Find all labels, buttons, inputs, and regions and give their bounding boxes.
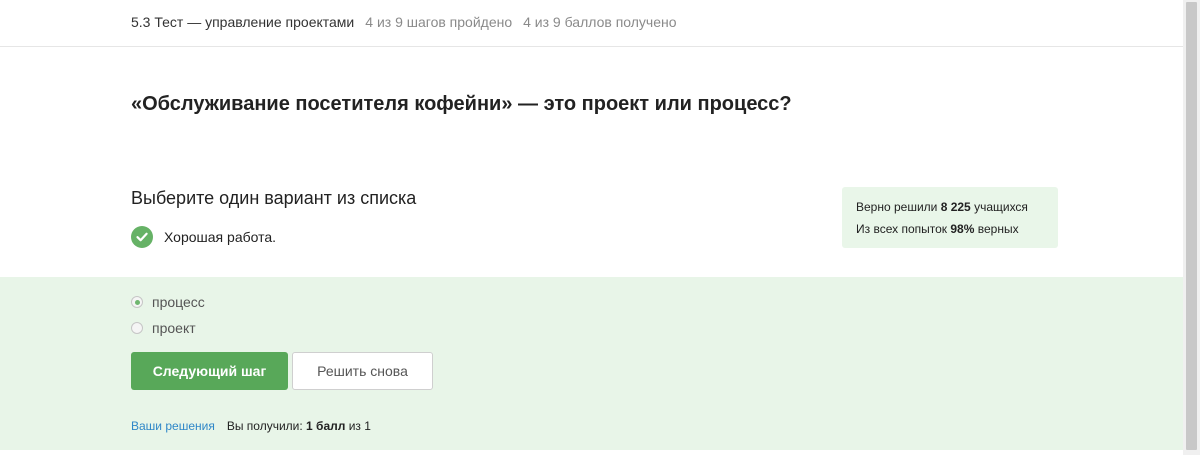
stats-rate-value: 98% [950,222,975,236]
feedback: Хорошая работа. [131,226,276,248]
score-value: 1 балл [306,419,346,433]
question-instruction: Выберите один вариант из списка [131,188,417,208]
check-circle-icon [131,226,153,248]
scrollbar-thumb[interactable] [1186,2,1197,450]
option-label: процесс [152,294,205,310]
feedback-message: Хорошая работа. [164,229,277,245]
score-prefix: Вы получили: [226,419,307,433]
breadcrumb: 5.3 Тест — управление проектами 4 из 9 ша… [131,14,677,30]
score-suffix: из 1 [345,419,371,433]
stats-rate-suffix: верных [974,222,1019,236]
steps-progress: 4 из 9 шагов пройдено [365,14,513,30]
stats-rate-prefix: Из всех попыток [856,222,951,236]
stats-solved: Верно решили 8 225 учащихся [856,200,1028,214]
stats-solved-count: 8 225 [940,200,971,214]
top-bar: 5.3 Тест — управление проектами 4 из 9 ша… [0,0,1200,47]
lesson-title[interactable]: 5.3 Тест — управление проектами [131,14,354,30]
question-title: «Обслуживание посетителя кофейни» — это … [131,93,792,115]
option-label: проект [152,320,196,336]
score-line: Ваши решения Вы получили: 1 балл из 1 [131,419,371,433]
next-step-button[interactable]: Следующий шаг [131,352,288,390]
stats-box: Верно решили 8 225 учащихся Из всех попы… [842,187,1058,248]
radio-selected-icon[interactable] [131,296,143,308]
stats-solved-suffix: учащихся [970,200,1028,214]
option-project[interactable]: проект [131,320,196,336]
stats-solved-prefix: Верно решили [856,200,941,214]
your-solutions-link[interactable]: Ваши решения [131,419,215,433]
scrollbar[interactable] [1183,0,1200,455]
option-process[interactable]: процесс [131,294,205,310]
retry-button[interactable]: Решить снова [292,352,433,390]
radio-empty-icon[interactable] [131,322,143,334]
stats-rate: Из всех попыток 98% верных [856,222,1019,236]
points-progress: 4 из 9 баллов получено [523,14,677,30]
